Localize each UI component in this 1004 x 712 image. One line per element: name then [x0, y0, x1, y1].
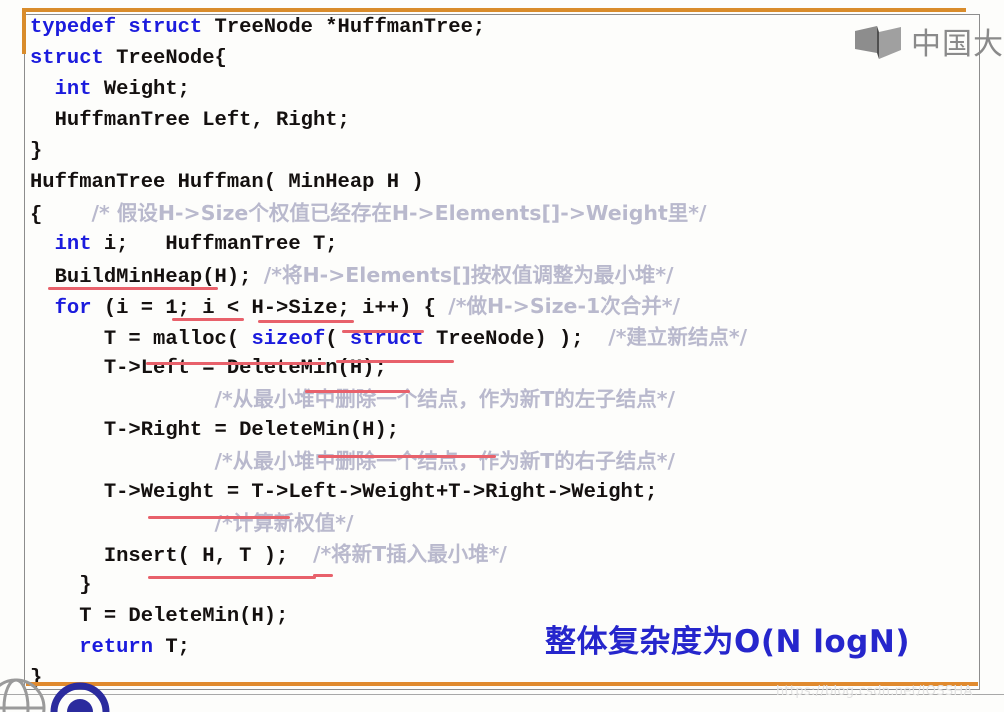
- code-comment: /*计算新权值*/: [214, 511, 354, 535]
- code-keyword: int: [54, 233, 92, 256]
- code-comment: /*从最小堆中删除一个结点，作为新T的左子结点*/: [214, 387, 675, 411]
- code-text: }: [30, 140, 43, 163]
- code-text: T = malloc(: [103, 328, 252, 351]
- code-text: T->Weight = T->Left->Weight+T->Right->We…: [103, 481, 658, 504]
- watermark: https://blog.csdn.net/IOSSHA: [776, 684, 973, 699]
- code-text: T->Left = DeleteMin(H);: [103, 357, 387, 380]
- code-line: }: [30, 570, 980, 601]
- code-comment: /*做H->Size-1次合并*/: [448, 294, 680, 318]
- blue-circle-mark-icon: [50, 682, 110, 712]
- code-text: Weight;: [91, 78, 190, 101]
- code-text: HuffmanTree Left, Right;: [54, 109, 350, 132]
- code-text: (: [325, 328, 350, 351]
- code-line: { /* 假设H->Size个权值已经存在H->Elements[]->Weig…: [30, 198, 980, 229]
- code-line: for (i = 1; i < H->Size; i++) { /*做H->Si…: [30, 291, 980, 322]
- university-logo-text: 中国大: [911, 27, 1004, 62]
- code-text: i; HuffmanTree T;: [91, 233, 338, 256]
- code-line: /*从最小堆中删除一个结点，作为新T的左子结点*/: [30, 384, 980, 415]
- code-text: }: [79, 574, 92, 597]
- code-text: TreeNode *HuffmanTree;: [202, 16, 486, 39]
- code-line: T->Weight = T->Left->Weight+T->Right->We…: [30, 477, 980, 508]
- code-line: int Weight;: [30, 74, 980, 105]
- code-text: TreeNode) );: [423, 328, 609, 351]
- code-keyword: return: [79, 636, 154, 659]
- university-logo: 中国大: [853, 18, 1004, 64]
- globe-mark-icon: [0, 678, 46, 712]
- code-line: T = malloc( sizeof( struct TreeNode) ); …: [30, 322, 980, 353]
- left-accent-bar: [22, 10, 26, 54]
- code-line: HuffmanTree Left, Right;: [30, 105, 980, 136]
- code-line: HuffmanTree Huffman( MinHeap H ): [30, 167, 980, 198]
- code-text: T->Right = DeleteMin(H);: [103, 419, 400, 442]
- code-comment: /* 假设H->Size个权值已经存在H->Elements[]->Weight…: [91, 201, 707, 225]
- code-text: TreeNode{: [103, 47, 227, 70]
- code-keyword: struct: [349, 328, 424, 351]
- code-text: {: [30, 204, 92, 227]
- code-line: T->Left = DeleteMin(H);: [30, 353, 980, 384]
- code-text: T = DeleteMin(H);: [79, 605, 289, 628]
- code-line: Insert( H, T ); /*将新T插入最小堆*/: [30, 539, 980, 570]
- code-comment: /*将新T插入最小堆*/: [312, 542, 507, 566]
- code-text: T;: [153, 636, 190, 659]
- code-text: (i = 1; i < H->Size; i++) {: [91, 297, 449, 320]
- code-keyword: int: [54, 78, 92, 101]
- code-comment: /*将H->Elements[]按权值调整为最小堆*/: [263, 263, 674, 287]
- complexity-conclusion: 整体复杂度为O(N logN): [545, 624, 910, 660]
- code-line: int i; HuffmanTree T;: [30, 229, 980, 260]
- code-line: typedef struct TreeNode *HuffmanTree;: [30, 12, 980, 43]
- code-comment: /*从最小堆中删除一个结点，作为新T的右子结点*/: [214, 449, 675, 473]
- code-block: typedef struct TreeNode *HuffmanTree; str…: [30, 12, 980, 694]
- code-line: struct TreeNode{: [30, 43, 980, 74]
- slide-root: typedef struct TreeNode *HuffmanTree; str…: [0, 0, 1004, 712]
- code-keyword: struct: [30, 47, 104, 70]
- code-text: BuildMinHeap(H);: [54, 266, 264, 289]
- code-line: /*从最小堆中删除一个结点，作为新T的右子结点*/: [30, 446, 980, 477]
- code-text: Insert( H, T );: [103, 545, 313, 568]
- code-line: }: [30, 136, 980, 167]
- open-book-icon: [855, 26, 901, 59]
- code-line: BuildMinHeap(H); /*将H->Elements[]按权值调整为最…: [30, 260, 980, 291]
- code-keyword: for: [54, 297, 92, 320]
- code-comment: /*建立新结点*/: [608, 325, 748, 349]
- code-line: T->Right = DeleteMin(H);: [30, 415, 980, 446]
- code-keyword: typedef struct: [30, 16, 203, 39]
- code-line: /*计算新权值*/: [30, 508, 980, 539]
- code-keyword: sizeof: [251, 328, 326, 351]
- code-text: HuffmanTree Huffman( MinHeap H ): [30, 171, 424, 194]
